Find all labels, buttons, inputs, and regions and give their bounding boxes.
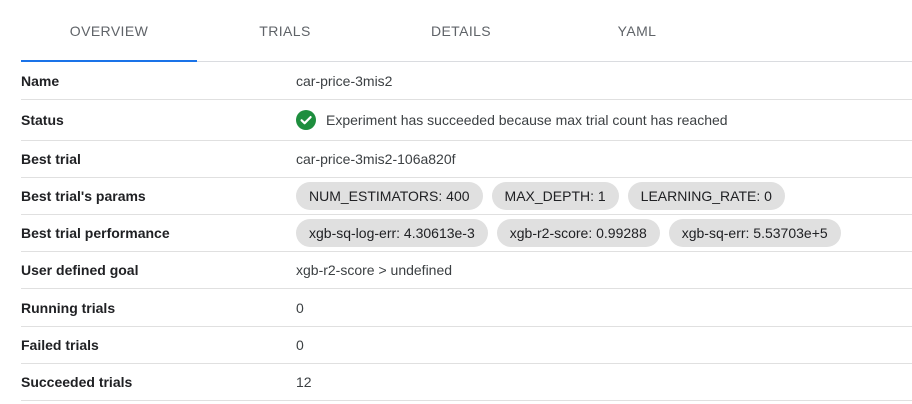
- row-running-trials: Running trials 0: [21, 289, 912, 327]
- failed-trials-label: Failed trials: [21, 337, 99, 353]
- check-circle-icon: [296, 110, 316, 130]
- tab-trials[interactable]: TRIALS: [197, 0, 373, 61]
- param-chip: NUM_ESTIMATORS: 400: [296, 182, 483, 210]
- best-trial-value: car-price-3mis2-106a820f: [296, 151, 456, 167]
- metric-chip: xgb-r2-score: 0.99288: [496, 219, 660, 247]
- metric-chip: xgb-sq-err: 5.53703e+5: [668, 219, 841, 247]
- row-status: Status Experiment has succeeded because …: [21, 100, 912, 141]
- row-best-trial: Best trial car-price-3mis2-106a820f: [21, 141, 912, 178]
- tab-overview[interactable]: OVERVIEW: [21, 0, 197, 62]
- goal-value: xgb-r2-score > undefined: [296, 262, 453, 278]
- failed-trials-value: 0: [296, 337, 304, 353]
- best-params-chips: NUM_ESTIMATORS: 400 MAX_DEPTH: 1 LEARNIN…: [296, 182, 794, 210]
- param-chip: MAX_DEPTH: 1: [491, 182, 619, 210]
- status-value-wrap: Experiment has succeeded because max tri…: [296, 110, 728, 130]
- best-performance-chips: xgb-sq-log-err: 4.30613e-3 xgb-r2-score:…: [296, 219, 850, 247]
- name-label: Name: [21, 72, 60, 89]
- status-label: Status: [21, 112, 64, 128]
- running-trials-value: 0: [296, 299, 304, 316]
- tab-yaml[interactable]: YAML: [549, 0, 725, 61]
- status-text: Experiment has succeeded because max tri…: [326, 112, 728, 128]
- row-best-performance: Best trial performance xgb-sq-log-err: 4…: [21, 215, 912, 252]
- succeeded-trials-value: 12: [296, 374, 312, 390]
- row-succeeded-trials: Succeeded trials 12: [21, 364, 912, 401]
- succeeded-trials-label: Succeeded trials: [21, 374, 133, 390]
- running-trials-label: Running trials: [21, 299, 116, 316]
- best-params-label: Best trial's params: [21, 188, 146, 204]
- param-chip: LEARNING_RATE: 0: [627, 182, 785, 210]
- metric-chip: xgb-sq-log-err: 4.30613e-3: [296, 219, 488, 247]
- row-name: Name car-price-3mis2: [21, 62, 912, 100]
- best-trial-label: Best trial: [21, 151, 81, 167]
- row-failed-trials: Failed trials 0: [21, 327, 912, 364]
- row-best-params: Best trial's params NUM_ESTIMATORS: 400 …: [21, 178, 912, 215]
- name-value: car-price-3mis2: [296, 72, 393, 89]
- row-goal: User defined goal xgb-r2-score > undefin…: [21, 252, 912, 289]
- goal-label: User defined goal: [21, 262, 139, 278]
- best-performance-label: Best trial performance: [21, 225, 170, 241]
- tab-details[interactable]: DETAILS: [373, 0, 549, 61]
- tab-bar: OVERVIEW TRIALS DETAILS YAML: [21, 0, 912, 62]
- experiment-details-table: Name car-price-3mis2 Status Experiment h…: [21, 62, 912, 401]
